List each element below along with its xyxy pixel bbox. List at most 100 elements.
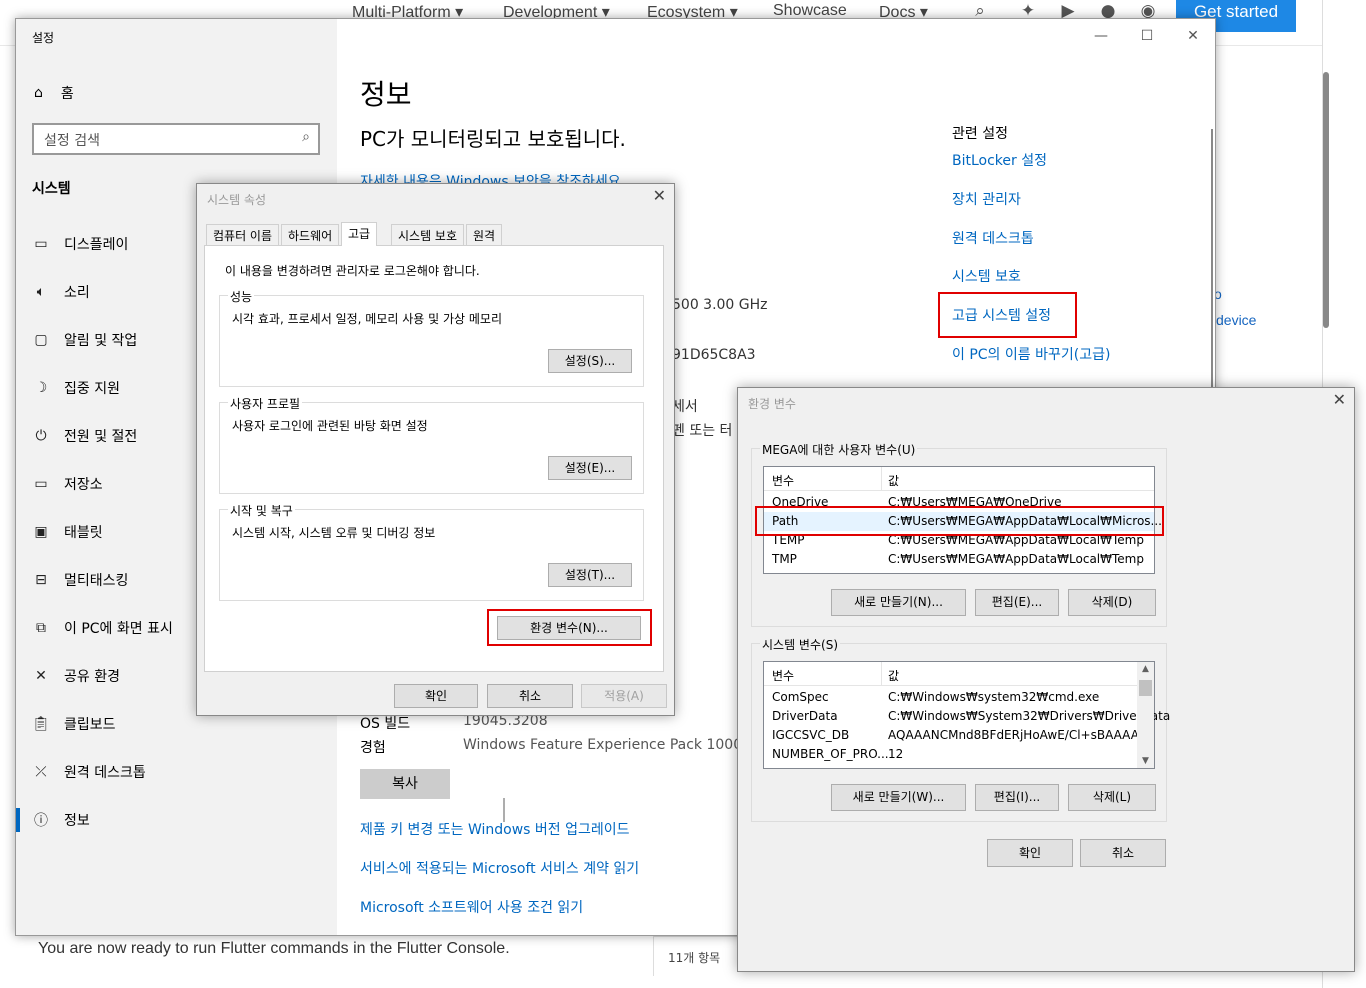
unused	[503, 798, 505, 822]
dialog-title: 시스템 속성	[207, 193, 267, 207]
pen-touch-fragment: 펜 또는 터	[672, 423, 733, 439]
group-label: 시스템 변수(S)	[760, 636, 840, 653]
web-partial-link-device[interactable]: device	[1216, 312, 1256, 328]
sidebar-item-about[interactable]: ⓘ 정보	[16, 805, 90, 835]
sidebar-item-display[interactable]: ▭ 디스플레이	[32, 229, 128, 259]
sidebar-item-focus[interactable]: ☽ 집중 지원	[32, 373, 120, 403]
user-delete-button[interactable]: 삭제(D)	[1068, 589, 1156, 616]
system-protection-link[interactable]: 시스템 보호	[952, 266, 1021, 286]
search-placeholder: 설정 검색	[44, 133, 100, 149]
settings-search-input[interactable]: 설정 검색 ⌕	[32, 123, 320, 155]
list-header: 변수 값	[764, 662, 1154, 686]
cancel-button[interactable]: 취소	[487, 684, 573, 708]
experience-value: Windows Feature Experience Pack 1000.190	[463, 737, 774, 753]
column-variable: 변수	[772, 474, 795, 488]
group-desc: 시스템 시작, 시스템 오류 및 디버깅 정보	[232, 526, 436, 540]
group-label: 성능	[228, 288, 255, 305]
user-new-button[interactable]: 새로 만들기(N)...	[831, 589, 966, 616]
product-key-link[interactable]: 제품 키 변경 또는 Windows 버전 업그레이드	[360, 819, 630, 839]
share-icon: ✕	[35, 668, 47, 684]
sidebar-item-notifications[interactable]: ▢ 알림 및 작업	[32, 325, 137, 355]
ok-button[interactable]: 확인	[987, 839, 1073, 867]
ok-button[interactable]: 확인	[394, 684, 478, 708]
close-button[interactable]: ✕	[1170, 25, 1216, 47]
column-variable: 변수	[772, 669, 795, 683]
home-icon: ⌂	[34, 85, 43, 101]
tab-advanced[interactable]: 고급	[341, 222, 378, 246]
list-item[interactable]: TMP C:₩Users₩MEGA₩AppData₩Local₩Temp	[764, 550, 1154, 569]
browser-scrollbar[interactable]	[1323, 72, 1329, 328]
explorer-item-count: 11개 항목	[653, 936, 743, 976]
close-icon[interactable]: ✕	[1333, 390, 1346, 409]
storage-icon: ▭	[34, 476, 48, 492]
sidebar-item-storage[interactable]: ▭ 저장소	[32, 469, 102, 499]
apply-button[interactable]: 적용(A)	[581, 684, 667, 708]
column-value: 값	[888, 474, 900, 488]
startup-settings-button[interactable]: 설정(T)...	[548, 563, 632, 587]
tablet-icon: ▣	[34, 524, 48, 540]
group-label: 시작 및 복구	[228, 502, 295, 519]
maximize-button[interactable]: ☐	[1124, 25, 1170, 47]
system-delete-button[interactable]: 삭제(L)	[1068, 784, 1156, 811]
sidebar-item-shared[interactable]: ✕ 공유 환경	[32, 661, 120, 691]
tab-hardware[interactable]: 하드웨어	[281, 224, 340, 245]
os-build-label: OS 빌드	[360, 716, 411, 732]
sidebar-item-multitasking[interactable]: ⊟ 멀티태스킹	[32, 565, 128, 595]
settings-scrollbar[interactable]	[1211, 129, 1213, 399]
moon-icon: ☽	[34, 380, 48, 396]
scroll-down-icon[interactable]: ▼	[1137, 756, 1154, 766]
dialog-title: 환경 변수	[748, 397, 796, 411]
copy-button[interactable]: 복사	[360, 769, 450, 799]
close-icon[interactable]: ✕	[653, 186, 666, 205]
cancel-button[interactable]: 취소	[1080, 839, 1166, 867]
bitlocker-link[interactable]: BitLocker 설정	[952, 150, 1047, 170]
list-item[interactable]: NUMBER_OF_PRO... 12	[764, 745, 1154, 764]
highlight-advanced-settings	[938, 292, 1077, 338]
power-icon: ⏻	[35, 428, 47, 444]
sidebar-item-tablet[interactable]: ▣ 태블릿	[32, 517, 102, 547]
list-item[interactable]: DriverData C:₩Windows₩System32₩Drivers₩Dr…	[764, 707, 1170, 726]
group-label: MEGA에 대한 사용자 변수(U)	[760, 441, 918, 458]
sound-icon: 🔈︎	[36, 284, 46, 300]
home-label: 홈	[60, 86, 74, 102]
user-profile-settings-button[interactable]: 설정(E)...	[548, 456, 632, 480]
remote-desktop-link[interactable]: 원격 데스크톱	[952, 228, 1034, 248]
device-manager-link[interactable]: 장치 관리자	[952, 189, 1021, 209]
performance-settings-button[interactable]: 설정(S)...	[548, 349, 632, 373]
scroll-up-icon[interactable]: ▲	[1137, 664, 1154, 674]
list-header: 변수 값	[764, 467, 1154, 491]
tab-remote[interactable]: 원격	[466, 224, 503, 245]
clipboard-icon: 📋︎	[32, 716, 50, 732]
system-new-button[interactable]: 새로 만들기(W)...	[831, 784, 966, 811]
list-item[interactable]: ComSpec C:₩Windows₩system32₩cmd.exe	[764, 688, 1154, 707]
protection-status: PC가 모니터링되고 보호됩니다.	[360, 127, 626, 151]
group-desc: 사용자 로그인에 관련된 바탕 화면 설정	[232, 419, 428, 433]
user-edit-button[interactable]: 편집(E)...	[975, 589, 1059, 616]
services-agreement-link[interactable]: 서비스에 적용되는 Microsoft 서비스 계약 읽기	[360, 858, 639, 878]
sidebar-item-clipboard[interactable]: 📋︎ 클립보드	[32, 709, 115, 739]
user-profile-group: 사용자 프로필 사용자 로그인에 관련된 바탕 화면 설정 설정(E)...	[219, 395, 644, 494]
sidebar-item-sound[interactable]: 🔈︎ 소리	[32, 277, 90, 307]
sidebar-item-remote[interactable]: ⤫ 원격 데스크톱	[32, 757, 145, 787]
display-icon: ▭	[34, 236, 48, 252]
related-settings-title: 관련 설정	[952, 126, 1008, 142]
flutter-console-text: You are now ready to run Flutter command…	[38, 940, 510, 957]
notification-icon: ▢	[34, 332, 48, 348]
tab-system-protection[interactable]: 시스템 보호	[391, 224, 465, 245]
license-terms-link[interactable]: Microsoft 소프트웨어 사용 조건 읽기	[360, 897, 583, 917]
minimize-button[interactable]: —	[1078, 25, 1124, 47]
system-edit-button[interactable]: 편집(I)...	[975, 784, 1059, 811]
sidebar-item-project[interactable]: ⧉ 이 PC에 화면 표시	[32, 613, 173, 643]
sidebar-item-power[interactable]: ⏻ 전원 및 절전	[32, 421, 137, 451]
home-link[interactable]: ⌂ 홈	[34, 83, 74, 103]
list-scrollbar[interactable]: ▲ ▼	[1137, 662, 1154, 768]
admin-note: 이 내용을 변경하려면 관리자로 로그온해야 합니다.	[225, 264, 480, 278]
experience-label: 경험	[360, 740, 386, 756]
system-properties-dialog: 시스템 속성 ✕ 컴퓨터 이름 하드웨어 이 내용을 변경하려면 관리자로 로그…	[196, 183, 675, 822]
tab-computer-name[interactable]: 컴퓨터 이름	[206, 224, 280, 245]
list-item[interactable]: IGCCSVC_DB AQAAANCMnd8BFdERjHoAwE/Cl+sBAA…	[764, 726, 1154, 745]
highlight-env-button	[487, 609, 652, 646]
system-variables-list[interactable]: 변수 값 ComSpec C:₩Windows₩system32₩cmd.exe …	[763, 661, 1170, 769]
rename-pc-link[interactable]: 이 PC의 이름 바꾸기(고급)	[952, 344, 1110, 364]
scroll-thumb[interactable]	[1139, 680, 1152, 696]
